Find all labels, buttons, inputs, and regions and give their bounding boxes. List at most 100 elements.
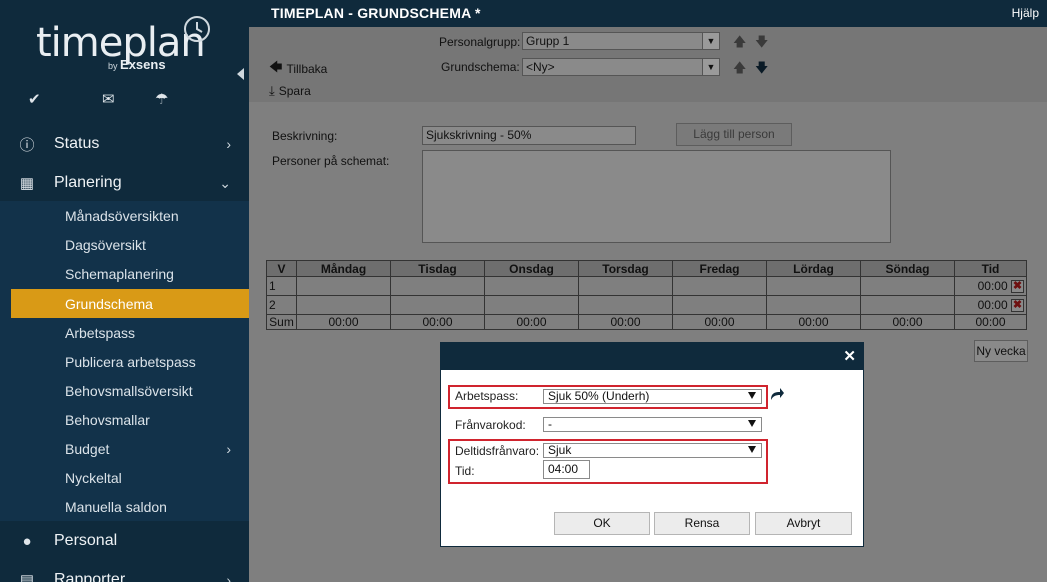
rensa-button[interactable]: Rensa bbox=[654, 512, 750, 535]
arrow-down-icon[interactable]: 🡇 bbox=[755, 33, 768, 55]
toolbar: Personalgrupp: Grupp 1 ▼ 🡅 🡇 🡄 Tillbaka … bbox=[249, 27, 1047, 102]
sidebar-item-behovsmallar[interactable]: Behovsmallar bbox=[0, 405, 249, 434]
sidebar-item-publicera-arbetspass[interactable]: Publicera arbetspass bbox=[0, 347, 249, 376]
sidebar-item-grundschema[interactable]: Grundschema bbox=[11, 289, 249, 318]
day-cell[interactable] bbox=[484, 276, 579, 296]
info-icon: ⓘ bbox=[19, 136, 35, 154]
nav-rapporter[interactable]: ▤ Rapporter › bbox=[0, 560, 249, 582]
sum-cell: 00:00 bbox=[766, 314, 861, 330]
time-value: 00:00 bbox=[977, 297, 1008, 312]
column-header: Måndag bbox=[296, 260, 391, 277]
table-row: 2 00:00 ✖ bbox=[266, 295, 1027, 315]
add-person-button[interactable]: Lägg till person bbox=[676, 123, 792, 146]
save-label: Spara bbox=[278, 84, 311, 98]
chevron-down-icon: ▼ bbox=[702, 59, 719, 75]
day-cell[interactable] bbox=[390, 295, 485, 315]
sum-cell: 00:00 bbox=[484, 314, 579, 330]
sidebar-item-schemaplanering[interactable]: Schemaplanering bbox=[0, 259, 249, 288]
sum-cell: 00:00 bbox=[954, 314, 1027, 330]
franvarokod-label: Frånvarokod: bbox=[455, 418, 526, 432]
column-header: V bbox=[266, 260, 297, 277]
schedule-table: V Måndag Tisdag Onsdag Torsdag Fredag Lö… bbox=[266, 260, 1027, 330]
timeplan-logo[interactable]: timeplan by Exsens bbox=[36, 14, 216, 74]
top-bar: TIMEPLAN - GRUNDSCHEMA * Hjälp bbox=[249, 0, 1047, 27]
nav-status[interactable]: ⓘ Status › bbox=[0, 124, 249, 164]
sidebar-item-arbetspass[interactable]: Arbetspass bbox=[0, 318, 249, 347]
personalgrupp-select[interactable]: Grupp 1 ▼ bbox=[522, 32, 720, 50]
day-cell[interactable] bbox=[766, 276, 861, 296]
sidebar-item-dagsoversikt[interactable]: Dagsöversikt bbox=[0, 230, 249, 259]
franvarokod-value: - bbox=[548, 417, 552, 431]
description-input[interactable]: Sjukskrivning - 50% bbox=[422, 126, 636, 145]
arrow-up-icon[interactable]: 🡅 bbox=[733, 33, 746, 55]
day-cell[interactable] bbox=[390, 276, 485, 296]
check-icon[interactable]: ✔ bbox=[28, 90, 41, 108]
deltid-select[interactable]: Sjuk bbox=[543, 443, 762, 458]
nav-planering[interactable]: ▦ Planering ⌄ bbox=[0, 163, 249, 203]
tid-label: Tid: bbox=[455, 464, 475, 478]
sum-cell: 00:00 bbox=[672, 314, 767, 330]
sum-cell: 00:00 bbox=[390, 314, 485, 330]
back-label: Tillbaka bbox=[286, 62, 328, 76]
arrow-down-icon[interactable]: 🡇 bbox=[755, 59, 768, 81]
mail-icon[interactable]: ✉ bbox=[102, 90, 115, 108]
column-header: Söndag bbox=[860, 260, 955, 277]
chevron-right-icon: › bbox=[226, 136, 231, 152]
deltid-value: Sjuk bbox=[548, 443, 572, 457]
arrow-up-icon[interactable]: 🡅 bbox=[733, 59, 746, 81]
save-button[interactable]: ⤓ Spara bbox=[269, 83, 311, 99]
persons-list[interactable] bbox=[422, 150, 891, 243]
day-cell[interactable] bbox=[766, 295, 861, 315]
table-header-row: V Måndag Tisdag Onsdag Torsdag Fredag Lö… bbox=[266, 260, 1027, 277]
grundschema-select[interactable]: <Ny> ▼ bbox=[522, 58, 720, 76]
avbryt-button[interactable]: Avbryt bbox=[755, 512, 852, 535]
chevron-down-icon: ▼ bbox=[702, 33, 719, 49]
column-header: Tid bbox=[954, 260, 1027, 277]
day-cell[interactable] bbox=[860, 276, 955, 296]
sidebar-item-nyckeltal[interactable]: Nyckeltal bbox=[0, 463, 249, 492]
shift-dialog: ✕ Arbetspass: Sjuk 50% (Underh) Frånvaro… bbox=[440, 342, 864, 547]
tid-input[interactable]: 04:00 bbox=[543, 460, 590, 479]
ok-button[interactable]: OK bbox=[554, 512, 650, 535]
day-cell[interactable] bbox=[578, 295, 673, 315]
sum-row: Sum 00:00 00:00 00:00 00:00 00:00 00:00 … bbox=[266, 314, 1027, 330]
back-link[interactable]: 🡄 Tillbaka bbox=[269, 58, 327, 80]
column-header: Fredag bbox=[672, 260, 767, 277]
day-cell[interactable] bbox=[296, 276, 391, 296]
column-header: Onsdag bbox=[484, 260, 579, 277]
nav-personal[interactable]: ● Personal bbox=[0, 521, 249, 561]
sidebar-item-manadsoversikten[interactable]: Månadsöversikten bbox=[0, 201, 249, 230]
personalgrupp-label: Personalgrupp: bbox=[439, 35, 521, 49]
delete-icon[interactable]: ✖ bbox=[1011, 280, 1024, 294]
help-link[interactable]: Hjälp bbox=[1012, 6, 1039, 20]
redo-arrow-icon[interactable] bbox=[769, 387, 785, 401]
column-header: Tisdag bbox=[390, 260, 485, 277]
umbrella-icon[interactable]: ☂ bbox=[155, 90, 168, 108]
close-icon[interactable]: ✕ bbox=[843, 347, 856, 365]
sidebar-item-behovsmallsoversikt[interactable]: Behovsmallsöversikt bbox=[0, 376, 249, 405]
chevron-right-icon: › bbox=[226, 572, 231, 582]
logo-by: by bbox=[108, 61, 118, 71]
day-cell[interactable] bbox=[296, 295, 391, 315]
day-cell[interactable] bbox=[860, 295, 955, 315]
delete-icon[interactable]: ✖ bbox=[1011, 299, 1024, 313]
new-week-button[interactable]: Ny vecka bbox=[974, 340, 1028, 362]
franvarokod-select[interactable]: - bbox=[543, 417, 762, 432]
table-row: 1 00:00 ✖ bbox=[266, 276, 1027, 296]
column-header: Lördag bbox=[766, 260, 861, 277]
quick-icons: ✔ ✉ ☂ bbox=[0, 90, 249, 114]
arbetspass-label: Arbetspass: bbox=[455, 389, 519, 403]
week-cell: 2 bbox=[266, 295, 297, 315]
time-cell: 00:00 ✖ bbox=[954, 276, 1027, 296]
sidebar-item-budget[interactable]: Budget › bbox=[0, 434, 249, 463]
arbetspass-select[interactable]: Sjuk 50% (Underh) bbox=[543, 389, 762, 404]
day-cell[interactable] bbox=[672, 276, 767, 296]
collapse-sidebar-icon[interactable] bbox=[237, 68, 244, 80]
grundschema-value: <Ny> bbox=[526, 60, 555, 74]
day-cell[interactable] bbox=[578, 276, 673, 296]
sidebar-item-manuella-saldon[interactable]: Manuella saldon bbox=[0, 492, 249, 521]
day-cell[interactable] bbox=[484, 295, 579, 315]
arbetspass-value: Sjuk 50% (Underh) bbox=[548, 389, 650, 403]
day-cell[interactable] bbox=[672, 295, 767, 315]
sum-cell: 00:00 bbox=[578, 314, 673, 330]
